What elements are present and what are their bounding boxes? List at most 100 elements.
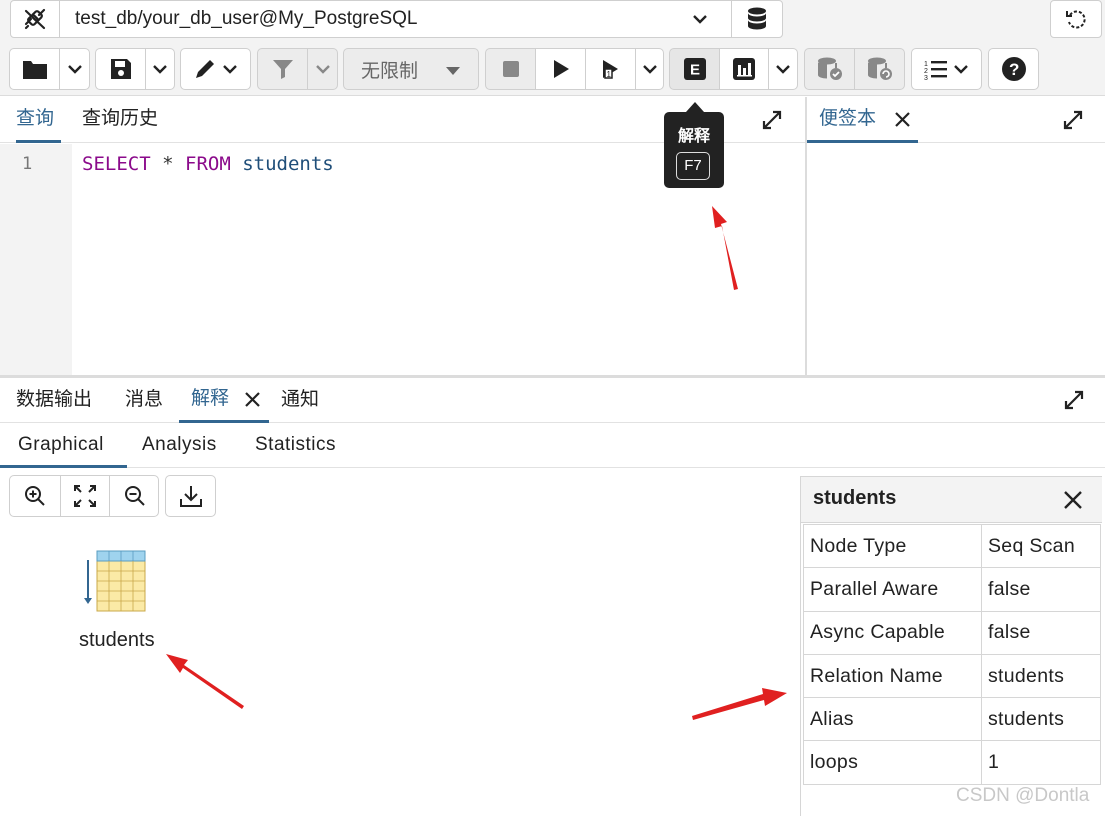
property-value: Seq Scan (981, 523, 1101, 569)
tab-messages[interactable]: 消息 (125, 378, 163, 423)
property-value: students (981, 653, 1101, 699)
open-file-button[interactable] (9, 48, 60, 90)
results-panel: 数据输出 消息 解释 通知 Graphical Analysis Statist… (0, 378, 1105, 816)
explain-analyze-button[interactable] (719, 48, 769, 90)
plan-node-label: students (79, 629, 155, 651)
explain-tooltip: 解释 F7 (664, 102, 724, 188)
maximize-icon[interactable] (760, 108, 784, 132)
edit-button[interactable] (180, 48, 251, 90)
chevron-down-icon (776, 65, 790, 74)
help-button[interactable]: ? (988, 48, 1039, 90)
query-toolbar: 无限制 1 E 123 ? (0, 40, 1105, 96)
connection-select[interactable]: test_db/your_db_user@My_PostgreSQL (59, 0, 732, 38)
explain-icon: E (683, 58, 706, 80)
tab-data-output[interactable]: 数据输出 (16, 378, 92, 423)
explain-subtabs: Graphical Analysis Statistics (0, 423, 1105, 468)
property-key: Alias (803, 697, 982, 742)
property-key: Parallel Aware (803, 567, 982, 612)
table-row: loops 1 (803, 740, 1101, 785)
node-details-table: Node Type Seq Scan Parallel Aware false … (803, 523, 1101, 785)
chevron-down-icon (67, 65, 82, 74)
maximize-icon[interactable] (1062, 388, 1086, 412)
zoom-to-fit-button[interactable] (60, 476, 110, 516)
connection-label: test_db/your_db_user@My_PostgreSQL (75, 8, 418, 29)
rollback-button[interactable] (854, 48, 905, 90)
open-file-dropdown[interactable] (59, 48, 90, 90)
pencil-icon (196, 60, 214, 78)
property-key: loops (803, 740, 982, 785)
table-row: Async Capable false (803, 610, 1101, 655)
database-check-icon (817, 57, 842, 80)
tab-explain[interactable]: 解释 (179, 378, 269, 423)
commit-button[interactable] (804, 48, 855, 90)
svg-text:1: 1 (924, 61, 928, 68)
execute-dropdown[interactable] (635, 48, 664, 90)
download-icon (179, 486, 202, 507)
tab-label: 便签本 (819, 108, 877, 129)
connection-status-button[interactable] (10, 0, 60, 38)
close-icon[interactable] (1062, 489, 1084, 511)
maximize-icon[interactable] (1061, 108, 1085, 132)
tab-notifications[interactable]: 通知 (281, 378, 319, 423)
results-tabs: 数据输出 消息 解释 通知 (0, 378, 1105, 423)
save-file-dropdown[interactable] (145, 48, 175, 90)
zoom-in-button[interactable] (10, 476, 60, 516)
tab-statistics[interactable]: Statistics (255, 423, 336, 468)
row-limit-select[interactable]: 无限制 (343, 48, 479, 90)
tab-query[interactable]: 查询 (16, 97, 61, 143)
close-icon[interactable] (894, 111, 911, 128)
fit-screen-icon (74, 485, 96, 507)
plug-disconnected-icon (24, 8, 46, 30)
save-icon (110, 59, 131, 79)
tab-query-history[interactable]: 查询历史 (82, 97, 158, 143)
execute-button[interactable] (535, 48, 586, 90)
zoom-out-button[interactable] (110, 476, 160, 516)
chevron-down-icon (642, 65, 657, 74)
scratch-panel-tabs: 便签本 (807, 97, 1105, 143)
sql-star: * (162, 153, 174, 175)
execute-script-button[interactable]: 1 (585, 48, 636, 90)
tab-scratch-pad[interactable]: 便签本 (807, 97, 918, 143)
stop-button[interactable] (485, 48, 536, 90)
filter-button[interactable] (257, 48, 308, 90)
property-key: Node Type (803, 523, 982, 569)
tooltip-shortcut: F7 (676, 152, 710, 180)
table-row: Relation Name students (803, 653, 1101, 699)
filter-icon (272, 60, 293, 79)
node-details-title: students (813, 487, 897, 509)
list-icon: 123 (924, 61, 947, 80)
zoom-controls (9, 475, 159, 517)
chevron-down-icon (153, 65, 167, 74)
database-icon (748, 7, 766, 30)
property-value: students (981, 697, 1101, 742)
svg-text:3: 3 (924, 75, 928, 80)
scratch-pad-panel: 便签本 (807, 97, 1105, 375)
sql-editor-line[interactable]: SELECT * FROM students (82, 153, 334, 175)
download-plan-button[interactable] (165, 475, 216, 517)
close-icon[interactable] (244, 391, 261, 408)
reset-layout-button[interactable] (1050, 0, 1102, 38)
tab-graphical[interactable]: Graphical (0, 423, 127, 468)
svg-text:1: 1 (606, 70, 611, 79)
property-key: Async Capable (803, 610, 982, 655)
filter-dropdown[interactable] (307, 48, 338, 90)
new-connection-button[interactable] (731, 0, 783, 38)
watermark: CSDN @Dontla (956, 785, 1090, 806)
property-value: false (981, 610, 1101, 655)
chevron-down-icon (693, 15, 707, 24)
chevron-down-icon (223, 65, 237, 74)
svg-text:2: 2 (924, 68, 928, 75)
folder-icon (22, 61, 47, 79)
macros-button[interactable]: 123 (911, 48, 982, 90)
caret-down-icon (446, 67, 460, 75)
explain-dropdown[interactable] (768, 48, 798, 90)
node-details-header: students (801, 477, 1102, 523)
tab-label: 解释 (191, 388, 230, 409)
property-value: false (981, 567, 1101, 612)
help-icon: ? (1001, 57, 1026, 81)
zoom-out-icon (125, 486, 145, 506)
explain-button[interactable]: E (669, 48, 720, 90)
seq-scan-node-icon[interactable] (80, 548, 150, 614)
save-file-button[interactable] (95, 48, 146, 90)
tab-analysis[interactable]: Analysis (142, 423, 217, 468)
